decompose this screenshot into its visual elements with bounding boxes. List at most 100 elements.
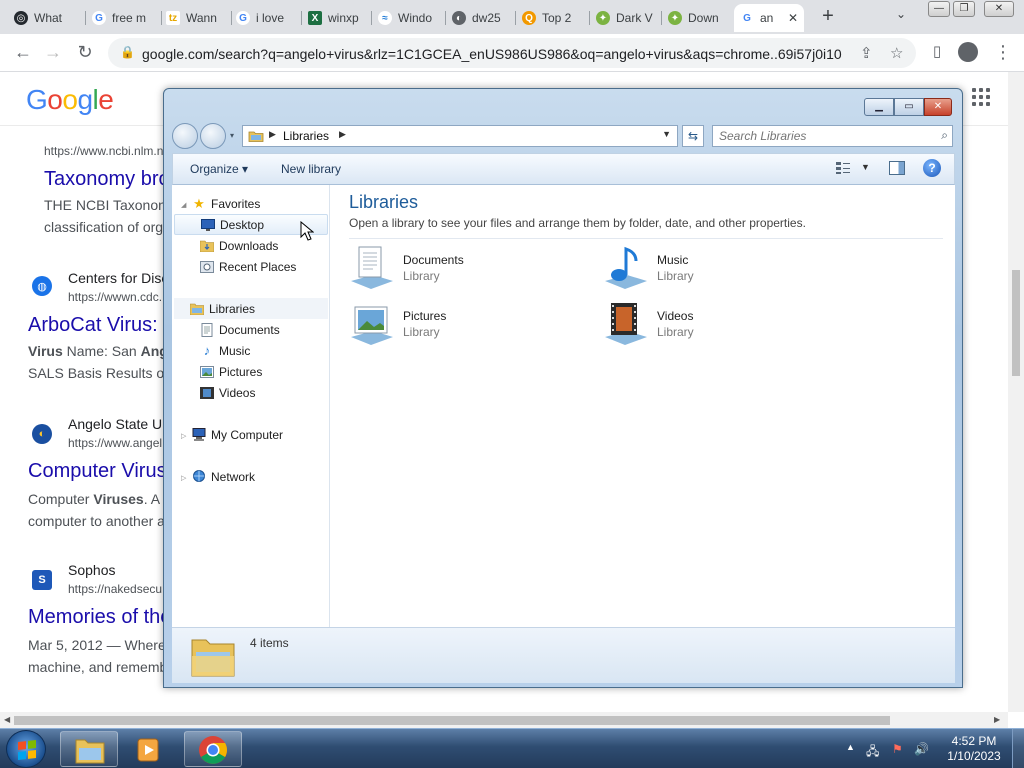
- chevron-right-icon[interactable]: ▶: [339, 129, 346, 140]
- navigation-pane: ◢ ★ Favorites Desktop Downloads Recent Pl…: [172, 185, 330, 627]
- tab-6[interactable]: ◐ dw25: [446, 4, 516, 32]
- scroll-right-icon[interactable]: ▶: [994, 715, 1000, 724]
- menu-dots-icon[interactable]: ⋮: [992, 42, 1014, 63]
- search-icon[interactable]: ⌕: [941, 128, 948, 143]
- expand-triangle-icon[interactable]: ▷: [181, 432, 186, 440]
- search-input[interactable]: [713, 126, 928, 146]
- tab-7[interactable]: Q Top 2: [516, 4, 590, 32]
- result-url: https://www.angel: [68, 436, 163, 450]
- taskbar-explorer[interactable]: [60, 731, 118, 767]
- share-icon[interactable]: ⇪: [860, 44, 873, 62]
- scroll-left-icon[interactable]: ◀: [4, 715, 10, 724]
- tab-search-icon[interactable]: ⌄: [896, 7, 906, 21]
- github-icon: ◎: [14, 11, 28, 25]
- expand-triangle-icon[interactable]: ▷: [181, 474, 186, 482]
- network-tray-icon[interactable]: 🖧: [866, 742, 879, 763]
- expand-triangle-icon[interactable]: ◢: [181, 201, 186, 209]
- volume-icon[interactable]: 🔊: [914, 742, 929, 756]
- tab-2[interactable]: tz Wann: [160, 4, 232, 32]
- command-bar: Organize ▾ New library ▼ ?: [172, 153, 955, 185]
- google-logo[interactable]: Google: [26, 84, 114, 116]
- nav-libraries[interactable]: Libraries: [174, 298, 328, 319]
- start-button[interactable]: [6, 730, 46, 768]
- window-controls: ▁ ▭ ✕: [864, 98, 952, 116]
- new-library-button[interactable]: New library: [281, 162, 341, 176]
- library-item-pictures[interactable]: Pictures Library: [349, 301, 589, 351]
- result-title[interactable]: Memories of the: [28, 606, 171, 629]
- chrome-icon: [199, 736, 227, 764]
- tab-4[interactable]: Xwinxp: [302, 4, 372, 32]
- result-title[interactable]: ArboCat Virus:: [28, 314, 158, 337]
- view-options-dropdown-icon[interactable]: ▼: [861, 162, 870, 172]
- new-tab-button[interactable]: +: [816, 5, 840, 28]
- nav-favorites[interactable]: ★ Favorites: [192, 193, 260, 214]
- taskbar-media-player[interactable]: [122, 731, 180, 767]
- reload-icon[interactable]: ↻: [74, 42, 96, 63]
- taskbar-chrome[interactable]: [184, 731, 242, 767]
- page-vertical-scrollbar[interactable]: [1008, 72, 1024, 712]
- change-view-icon[interactable]: [835, 161, 851, 175]
- back-button[interactable]: [172, 123, 198, 149]
- side-panel-icon[interactable]: ▯: [926, 42, 948, 60]
- close-button[interactable]: ✕: [924, 98, 952, 116]
- forward-button[interactable]: [200, 123, 226, 149]
- refresh-icon[interactable]: ⇆: [682, 125, 704, 147]
- media-player-icon: [137, 738, 159, 762]
- result-title[interactable]: Computer Virus: [28, 460, 167, 483]
- nav-videos[interactable]: Videos: [200, 382, 255, 403]
- nav-music[interactable]: ♪ Music: [200, 340, 251, 361]
- recent-pages-dropdown-icon[interactable]: ▾: [230, 131, 234, 140]
- tab-8[interactable]: ✦ Dark V: [590, 4, 662, 32]
- tab-9[interactable]: ✦ Down: [662, 4, 734, 32]
- result-site: Sophos: [68, 562, 116, 578]
- tab-10-active[interactable]: Gan ✕: [734, 4, 804, 32]
- maximize-button[interactable]: ▭: [894, 98, 924, 116]
- tab-0[interactable]: ◎ What: [8, 4, 86, 32]
- organize-button[interactable]: Organize ▾: [190, 162, 248, 176]
- nav-recent-places[interactable]: Recent Places: [200, 256, 296, 277]
- minimize-button[interactable]: ▁: [864, 98, 894, 116]
- profile-avatar-icon[interactable]: [958, 42, 980, 62]
- tab-3[interactable]: Gi love: [230, 4, 302, 32]
- back-icon[interactable]: ←: [12, 42, 34, 63]
- library-type: Library: [403, 325, 440, 339]
- page-horizontal-scrollbar[interactable]: ◀ ▶: [0, 712, 1008, 728]
- content-pane: Libraries Open a library to see your fil…: [300, 185, 952, 627]
- scroll-thumb[interactable]: [14, 716, 890, 725]
- close-button[interactable]: ✕: [984, 1, 1014, 17]
- nav-pictures[interactable]: Pictures: [200, 361, 262, 382]
- help-icon[interactable]: ?: [923, 159, 941, 177]
- address-dropdown-icon[interactable]: ▼: [662, 129, 671, 139]
- minimize-button[interactable]: —: [928, 1, 950, 17]
- library-item-videos[interactable]: Videos Library: [603, 301, 843, 351]
- tab-1[interactable]: Gfree m: [86, 4, 162, 32]
- library-folder-icon: [191, 639, 235, 677]
- library-name: Pictures: [403, 309, 447, 323]
- bookmark-star-icon[interactable]: ☆: [890, 44, 903, 62]
- mouse-cursor-icon: [300, 221, 314, 241]
- scroll-thumb[interactable]: [1012, 270, 1020, 376]
- library-item-music[interactable]: Music Library: [603, 245, 843, 295]
- preview-pane-icon[interactable]: [889, 161, 905, 175]
- tab-label: free m: [112, 11, 147, 25]
- tab-5[interactable]: ≈ Windo: [372, 4, 446, 32]
- chevron-right-icon[interactable]: ▶: [269, 129, 276, 140]
- nav-my-computer[interactable]: My Computer: [192, 424, 283, 445]
- library-item-documents[interactable]: Documents Library: [349, 245, 589, 295]
- nav-downloads[interactable]: Downloads: [200, 235, 278, 256]
- address-breadcrumb[interactable]: ▶ Libraries ▶ ▼: [242, 125, 678, 147]
- forward-icon[interactable]: →: [42, 42, 64, 63]
- address-bar[interactable]: 🔒 google.com/search?q=angelo+virus&rlz=1…: [108, 38, 916, 68]
- search-box[interactable]: ⌕: [712, 125, 953, 147]
- show-hidden-icons[interactable]: ▲: [846, 742, 855, 752]
- close-tab-icon[interactable]: ✕: [788, 11, 798, 25]
- action-center-icon[interactable]: ⚑: [892, 742, 903, 756]
- nav-documents[interactable]: Documents: [200, 319, 280, 340]
- restore-button[interactable]: ❐: [953, 1, 975, 17]
- show-desktop-button[interactable]: [1012, 729, 1024, 768]
- result-title[interactable]: Taxonomy bro: [44, 168, 170, 191]
- google-apps-icon[interactable]: [972, 88, 990, 106]
- nav-network[interactable]: Network: [192, 466, 255, 487]
- breadcrumb-libraries[interactable]: Libraries: [283, 129, 329, 143]
- clock[interactable]: 4:52 PM 1/10/2023: [940, 734, 1008, 764]
